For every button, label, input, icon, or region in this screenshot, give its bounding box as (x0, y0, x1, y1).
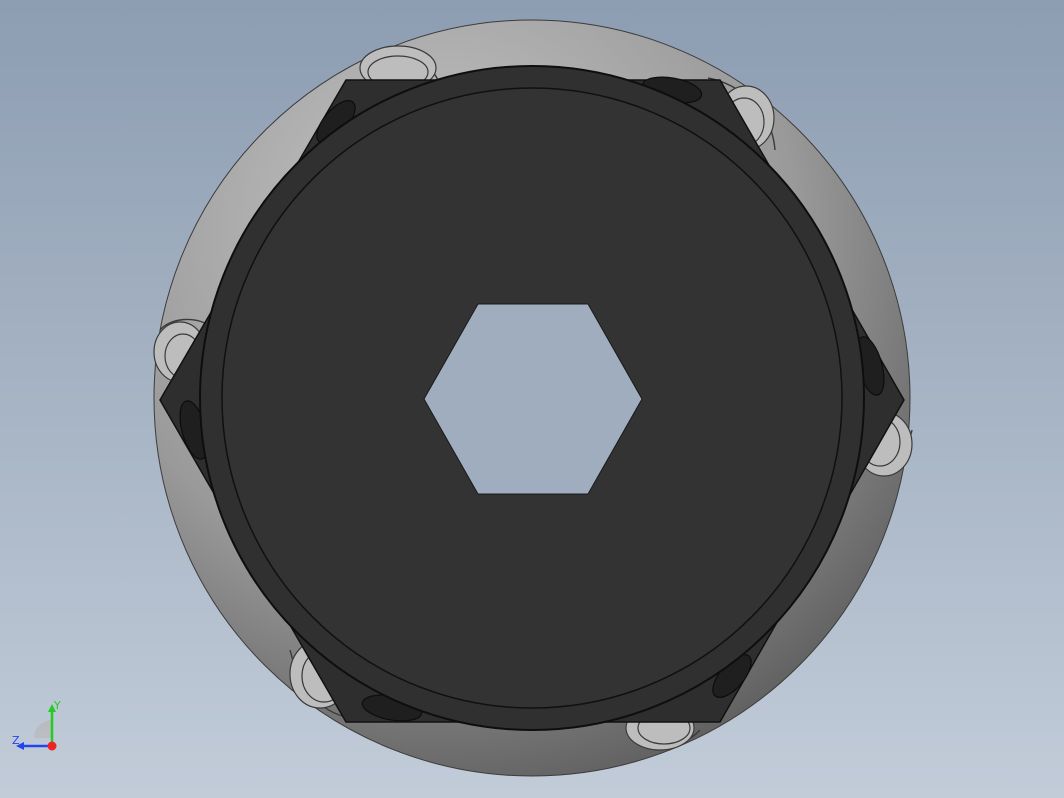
triad-quadrant (34, 720, 52, 738)
mecanum-wheel-model[interactable] (0, 0, 1064, 798)
orientation-triad[interactable]: Y Z (8, 698, 68, 758)
z-axis-label: Z (12, 734, 20, 747)
x-axis-dot (47, 741, 57, 751)
cad-viewport[interactable]: Y Z (0, 0, 1064, 798)
y-axis-label: Y (53, 699, 61, 712)
